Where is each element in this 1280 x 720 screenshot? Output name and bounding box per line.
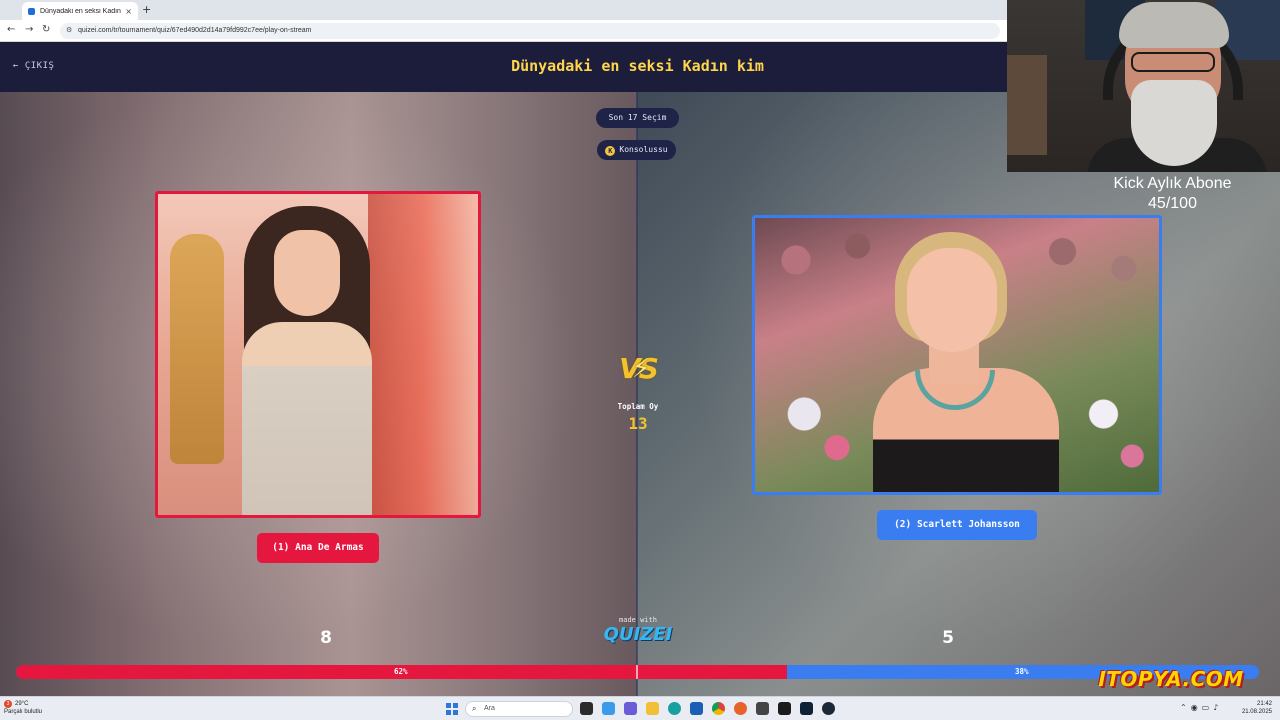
- site-favicon-icon: [28, 7, 35, 15]
- browser-tab[interactable]: Dünyadaki en seksi Kadın kim ×: [22, 2, 138, 20]
- backdrop-shape: [368, 194, 478, 515]
- taskbar-search-placeholder: Ara: [484, 705, 495, 712]
- left-vote-count: 8: [320, 628, 332, 648]
- sponsor-logo: ITOPYA.COM: [1098, 667, 1244, 691]
- teams-icon[interactable]: [624, 702, 637, 715]
- clock-time: 21:42: [1256, 701, 1272, 707]
- windows-taskbar: 3 29°C Parçalı bulutlu ⌕ Ara ⌃◉▭♪ 21:42 2…: [0, 696, 1280, 720]
- url-text: quizei.com/tr/tournament/quiz/67ed490d2d…: [78, 27, 312, 34]
- search-icon: ⌕: [472, 704, 477, 713]
- shelf-shape: [1007, 55, 1047, 155]
- store-icon[interactable]: [690, 702, 703, 715]
- total-votes-label: Toplam Oy: [617, 402, 659, 411]
- face-shape: [907, 248, 997, 352]
- subscriber-goal-title: Kick Aylık Abone: [1113, 175, 1232, 192]
- app-icon[interactable]: [756, 702, 769, 715]
- quizei-logo[interactable]: QUIZEI: [598, 624, 678, 645]
- firefox-icon[interactable]: [734, 702, 747, 715]
- chrome-icon[interactable]: [712, 702, 725, 715]
- webcam-overlay: [1007, 0, 1280, 172]
- browser-tab-bar: Dünyadaki en seksi Kadın kim × +: [0, 0, 1007, 20]
- round-badge-label: Son 17 Seçim: [608, 113, 667, 122]
- made-with-label: made with: [619, 616, 657, 624]
- beard-shape: [1131, 80, 1217, 166]
- weather-temp: 29°C: [15, 701, 29, 707]
- clock-date: 21.08.2025: [1241, 709, 1272, 715]
- forward-arrow-icon[interactable]: →: [25, 24, 33, 35]
- taskbar-search[interactable]: ⌕ Ara: [465, 701, 573, 717]
- oscar-statue-shape: [170, 234, 224, 464]
- glasses-icon: [1131, 52, 1215, 72]
- tab-title: Dünyadaki en seksi Kadın kim: [40, 7, 121, 15]
- right-percent-label: 38%: [1015, 667, 1029, 676]
- kick-icon: K: [605, 146, 616, 156]
- file-explorer-icon[interactable]: [646, 702, 659, 715]
- dress-shape: [242, 322, 372, 515]
- url-field[interactable]: ⚙ quizei.com/tr/tournament/quiz/67ed490d…: [60, 23, 1000, 39]
- clock[interactable]: 21:42 21.08.2025: [1242, 700, 1272, 716]
- total-votes-value: 13: [628, 414, 648, 433]
- select-right-button[interactable]: (2) Scarlett Johansson: [877, 510, 1037, 540]
- back-arrow-icon[interactable]: ←: [7, 24, 15, 35]
- browser-address-bar: ← → ↻ ⚙ quizei.com/tr/tournament/quiz/67…: [0, 20, 1007, 42]
- bar-center-marker: [636, 665, 638, 679]
- subscriber-goal-count: 45/100: [1148, 195, 1197, 212]
- vote-progress-bar: 62% 38%: [16, 665, 1259, 679]
- system-tray[interactable]: ⌃◉▭♪: [1180, 703, 1222, 712]
- task-view-icon[interactable]: [580, 702, 593, 715]
- contestant-card-left[interactable]: [155, 191, 481, 518]
- new-tab-button[interactable]: +: [142, 3, 151, 16]
- contestant-card-right[interactable]: [752, 215, 1162, 495]
- round-badge: Son 17 Seçim: [596, 108, 679, 128]
- left-percent-label: 62%: [394, 667, 408, 676]
- right-vote-count: 5: [942, 628, 954, 648]
- vs-emblem: VS ⚡: [612, 348, 664, 390]
- windows-start-icon[interactable]: [446, 703, 458, 715]
- select-left-button[interactable]: (1) Ana De Armas: [257, 533, 379, 563]
- quiz-header: ← ÇIKIŞ Dünyadaki en seksi Kadın kim: [0, 43, 1007, 92]
- channel-name: Konsolussu: [619, 145, 668, 154]
- tab-close-icon[interactable]: ×: [125, 7, 132, 16]
- steam-icon[interactable]: [822, 702, 835, 715]
- lightning-icon: ⚡: [632, 354, 650, 384]
- weather-description: Parçalı bulutlu: [4, 709, 43, 715]
- weather-alert-icon: 3: [4, 700, 12, 708]
- site-info-icon[interactable]: ⚙: [66, 23, 72, 39]
- face-shape: [274, 230, 340, 316]
- reload-icon[interactable]: ↻: [42, 24, 50, 35]
- channel-badge: K Konsolussu: [597, 140, 676, 160]
- edge-icon[interactable]: [668, 702, 681, 715]
- photoshop-icon[interactable]: [800, 702, 813, 715]
- weather-widget[interactable]: 3 29°C Parçalı bulutlu: [4, 700, 42, 716]
- center-divider: [636, 92, 638, 696]
- hair-shape: [1119, 2, 1229, 48]
- copilot-icon[interactable]: [602, 702, 615, 715]
- obs-icon[interactable]: [778, 702, 791, 715]
- subscriber-goal: Kick Aylık Abone 45/100: [1080, 174, 1265, 214]
- screen: Dünyadaki en seksi Kadın kim × + ← → ↻ ⚙…: [0, 0, 1280, 720]
